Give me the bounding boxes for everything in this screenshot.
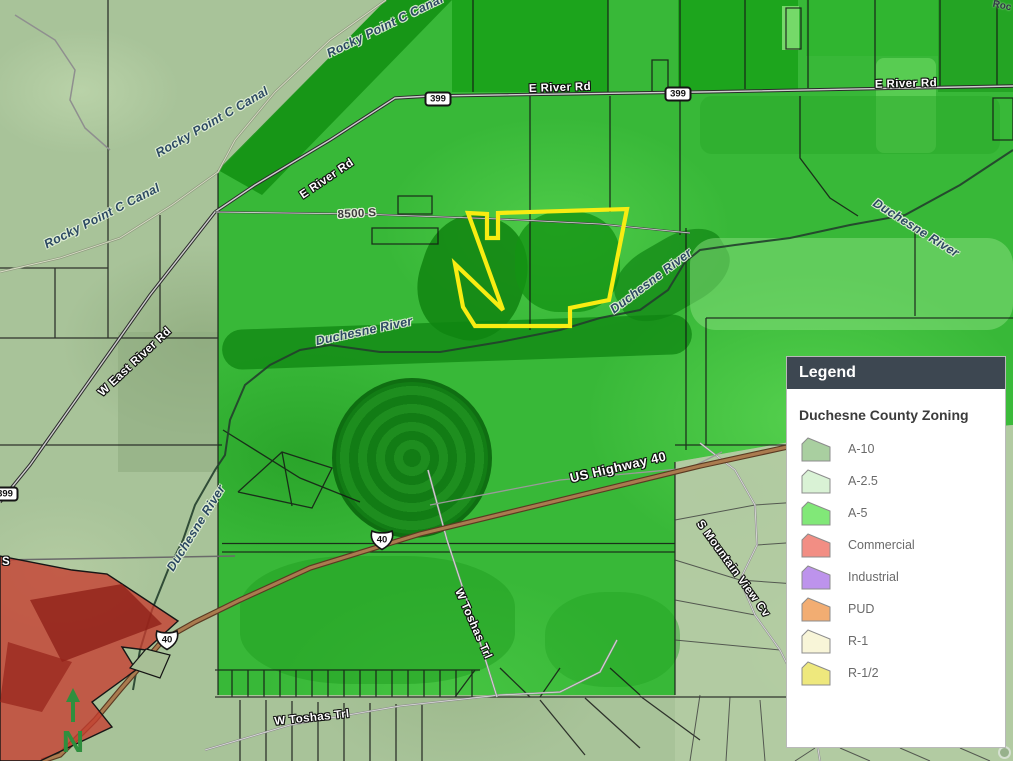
route-shield-us-40: 40 [154, 628, 180, 652]
legend-layer-title: Duchesne County Zoning [799, 407, 1005, 423]
legend-swatch-icon [801, 565, 831, 590]
legend-swatch-icon [801, 661, 831, 686]
screenshot: E River Rd E River Rd E River Rd W East … [0, 0, 1018, 768]
legend-swatch-icon [801, 629, 831, 654]
legend-panel: Legend Duchesne County Zoning A-10 A-2.5… [786, 356, 1006, 748]
legend-swatch-icon [801, 469, 831, 494]
legend-items: A-10 A-2.5 A-5 Commercial Industrial PUD [801, 433, 1005, 689]
legend-item-commercial: Commercial [801, 529, 1005, 561]
legend-item-label: A-5 [848, 506, 867, 520]
route-shield-us-40: 40 [369, 528, 395, 552]
svg-text:40: 40 [162, 635, 173, 646]
legend-item-r12: R-1/2 [801, 657, 1005, 689]
legend-swatch-icon [801, 437, 831, 462]
selected-parcel-outline[interactable] [455, 209, 627, 326]
legend-item-r1: R-1 [801, 625, 1005, 657]
legend-swatch-icon [801, 501, 831, 526]
legend-item-a25: A-2.5 [801, 465, 1005, 497]
legend-item-label: PUD [848, 602, 874, 616]
legend-item-label: Industrial [848, 570, 899, 584]
legend-item-a10: A-10 [801, 433, 1005, 465]
legend-header: Legend [787, 357, 1005, 389]
legend-item-pud: PUD [801, 593, 1005, 625]
legend-item-label: R-1/2 [848, 666, 879, 680]
legend-item-label: Commercial [848, 538, 915, 552]
route-shield-399: 399 [0, 487, 19, 502]
svg-text:40: 40 [377, 535, 388, 546]
north-arrow: N [50, 688, 96, 758]
legend-item-label: R-1 [848, 634, 868, 648]
route-shield-399: 399 [665, 87, 692, 102]
legend-swatch-icon [801, 533, 831, 558]
north-label: N [50, 729, 96, 755]
legend-item-label: A-10 [848, 442, 874, 456]
north-arrow-icon [61, 688, 85, 724]
legend-item-a5: A-5 [801, 497, 1005, 529]
legend-item-label: A-2.5 [848, 474, 878, 488]
legend-swatch-icon [801, 597, 831, 622]
legend-item-industrial: Industrial [801, 561, 1005, 593]
route-shield-399: 399 [425, 92, 452, 107]
rocky-point-canal-line [0, 0, 386, 272]
legend-header-text: Legend [799, 364, 856, 382]
